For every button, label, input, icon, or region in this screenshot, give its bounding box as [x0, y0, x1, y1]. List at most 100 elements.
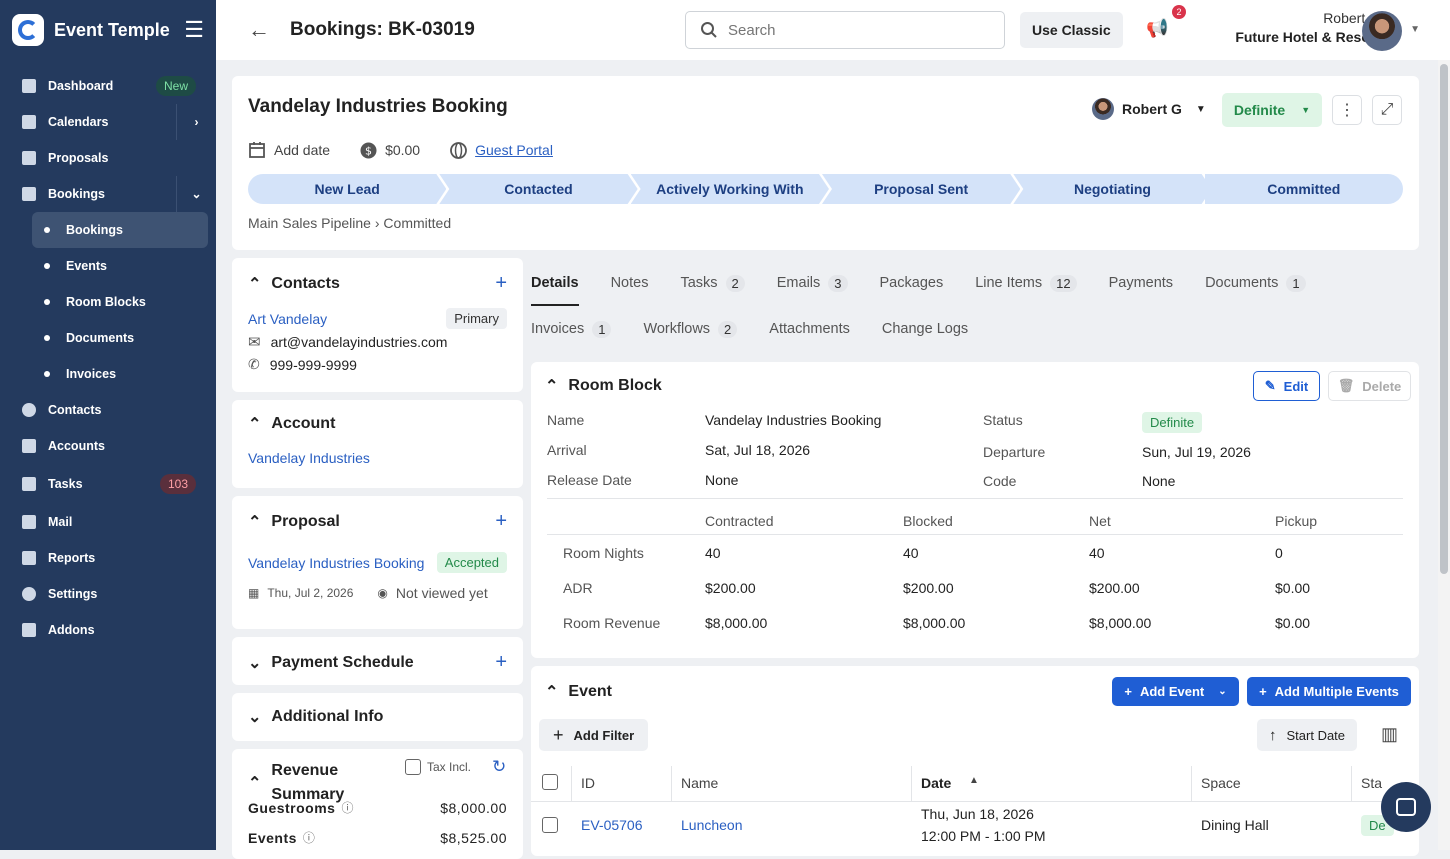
tab-attachments[interactable]: Attachments: [769, 306, 850, 352]
refresh-icon[interactable]: ↻: [492, 757, 506, 777]
contact-name[interactable]: Art Vandelay: [248, 311, 327, 327]
nav-label: Room Blocks: [66, 295, 146, 309]
tab-workflows[interactable]: Workflows 2: [643, 306, 738, 352]
tab-packages[interactable]: Packages: [880, 260, 944, 306]
sidebar-item-invoices[interactable]: Invoices: [32, 356, 208, 392]
add-filter-button[interactable]: + Add Filter: [539, 719, 649, 751]
nav-calendars[interactable]: Calendars ›: [0, 104, 216, 140]
user-menu[interactable]: Robert G Future Hotel & Resort: [1235, 10, 1380, 45]
stage-proposal-sent[interactable]: Proposal Sent: [822, 174, 1020, 204]
tab-details[interactable]: Details: [531, 260, 579, 306]
caret-down-icon[interactable]: ▼: [1410, 24, 1420, 35]
account-link[interactable]: Vandelay Industries: [248, 450, 370, 466]
back-arrow-icon[interactable]: ←: [248, 17, 270, 43]
new-badge: New: [155, 76, 196, 96]
plus-icon: +: [1124, 684, 1132, 699]
contacts-header[interactable]: ⌃ Contacts +: [232, 258, 523, 295]
table-row[interactable]: EV-05706 Luncheon Thu, Jun 18, 2026 12:0…: [531, 803, 1419, 851]
column-header[interactable]: Sta: [1361, 775, 1382, 791]
add-contact-icon[interactable]: +: [495, 272, 507, 295]
nav-tasks[interactable]: Tasks 103: [0, 464, 216, 504]
sidebar-item-events[interactable]: Events: [32, 248, 208, 284]
account-header[interactable]: ⌃ Account: [232, 400, 523, 434]
tab-row-2: Invoices 1 Workflows 2 Attachments Change …: [531, 306, 1421, 352]
use-classic-button[interactable]: Use Classic: [1020, 12, 1123, 48]
info-icon[interactable]: ⓘ: [341, 799, 354, 816]
proposal-header[interactable]: ⌃ Proposal +: [232, 496, 523, 533]
nav-reports[interactable]: Reports: [0, 540, 216, 576]
expand-icon[interactable]: ⤢: [1372, 95, 1402, 125]
primary-badge: Primary: [446, 308, 507, 329]
edit-button[interactable]: ✎ Edit: [1253, 371, 1320, 401]
column-header[interactable]: Date: [921, 775, 951, 791]
nav-bookings[interactable]: Bookings ⌄: [0, 176, 216, 212]
additional-info-card[interactable]: ⌄ Additional Info: [232, 693, 523, 741]
guest-portal-link[interactable]: Guest Portal: [475, 142, 553, 158]
stage-new-lead[interactable]: New Lead: [248, 174, 446, 204]
hamburger-menu-icon[interactable]: ☰: [184, 19, 204, 41]
nav-proposals[interactable]: Proposals: [0, 140, 216, 176]
tab-invoices[interactable]: Invoices 1: [531, 306, 612, 352]
event-id-link[interactable]: EV-05706: [581, 817, 643, 833]
status-dropdown-button[interactable]: Definite ▼: [1222, 93, 1322, 127]
tab-line-items[interactable]: Line Items 12: [975, 260, 1077, 306]
tab-emails[interactable]: Emails 3: [777, 260, 848, 306]
nav-mail[interactable]: Mail: [0, 504, 216, 540]
column-header[interactable]: ID: [581, 775, 595, 791]
tab-tasks[interactable]: Tasks 2: [680, 260, 745, 306]
more-options-icon[interactable]: ⋮: [1332, 95, 1362, 125]
sidebar-item-room-blocks[interactable]: Room Blocks: [32, 284, 208, 320]
column-header[interactable]: Name: [681, 775, 718, 791]
field-value: Vandelay Industries Booking: [705, 412, 882, 428]
select-all-checkbox[interactable]: [542, 774, 558, 790]
info-icon[interactable]: ⓘ: [303, 829, 316, 846]
event-header[interactable]: ⌃ Event: [545, 682, 612, 702]
chevron-up-icon[interactable]: ⌃: [248, 773, 261, 793]
proposal-link[interactable]: Vandelay Industries Booking: [248, 555, 424, 571]
nav-settings[interactable]: Settings: [0, 576, 216, 612]
tab-payments[interactable]: Payments: [1109, 260, 1173, 306]
tab-notes[interactable]: Notes: [611, 260, 649, 306]
search-box[interactable]: [685, 11, 1005, 49]
add-proposal-icon[interactable]: +: [495, 510, 507, 533]
payment-schedule-card[interactable]: ⌄ Payment Schedule +: [232, 637, 523, 685]
delete-button[interactable]: 🗑 Delete: [1328, 371, 1411, 401]
megaphone-icon[interactable]: 📢: [1146, 18, 1168, 39]
event-name-link[interactable]: Luncheon: [681, 817, 743, 833]
nav-dashboard[interactable]: Dashboard New: [0, 68, 216, 104]
tax-included-checkbox[interactable]: [405, 759, 421, 775]
tab-documents[interactable]: Documents 1: [1205, 260, 1306, 306]
sidebar-item-bookings[interactable]: Bookings: [32, 212, 208, 248]
stage-actively-working[interactable]: Actively Working With: [631, 174, 829, 204]
room-block-header[interactable]: ⌃ Room Block: [545, 376, 662, 396]
logo[interactable]: Event Temple ☰: [0, 0, 216, 60]
search-input[interactable]: [728, 21, 1004, 39]
columns-icon[interactable]: ▥: [1381, 724, 1398, 745]
chevron-right-icon[interactable]: ›: [176, 104, 216, 140]
chevron-up-icon: ⌃: [545, 684, 559, 701]
add-payment-icon[interactable]: +: [495, 651, 507, 674]
row-checkbox[interactable]: [542, 817, 558, 833]
nav-addons[interactable]: Addons: [0, 612, 216, 648]
page-scrollbar[interactable]: [1438, 60, 1450, 850]
dollar-icon: $: [360, 142, 377, 158]
nav-accounts[interactable]: Accounts: [0, 428, 216, 464]
add-date-link[interactable]: Add date: [274, 142, 330, 158]
stage-contacted[interactable]: Contacted: [439, 174, 637, 204]
avatar[interactable]: [1362, 11, 1402, 51]
tab-change-logs[interactable]: Change Logs: [882, 306, 968, 352]
add-multiple-events-button[interactable]: + Add Multiple Events: [1247, 677, 1411, 706]
calendar-icon: [249, 142, 265, 158]
sidebar-item-documents[interactable]: Documents: [32, 320, 208, 356]
scrollbar-thumb[interactable]: [1440, 64, 1448, 574]
nav-contacts[interactable]: Contacts: [0, 392, 216, 428]
sort-button[interactable]: ↑ Start Date: [1257, 719, 1358, 751]
chat-support-button[interactable]: [1381, 782, 1431, 832]
owner-dropdown[interactable]: Robert G ▼: [1092, 98, 1206, 120]
column-header[interactable]: Space: [1201, 775, 1241, 791]
chevron-down-icon[interactable]: ⌄: [176, 176, 216, 212]
stage-committed[interactable]: Committed: [1204, 174, 1403, 204]
add-event-button[interactable]: + Add Event ⌄: [1112, 677, 1239, 706]
stage-negotiating[interactable]: Negotiating: [1013, 174, 1211, 204]
field-label: Release Date: [547, 472, 632, 488]
